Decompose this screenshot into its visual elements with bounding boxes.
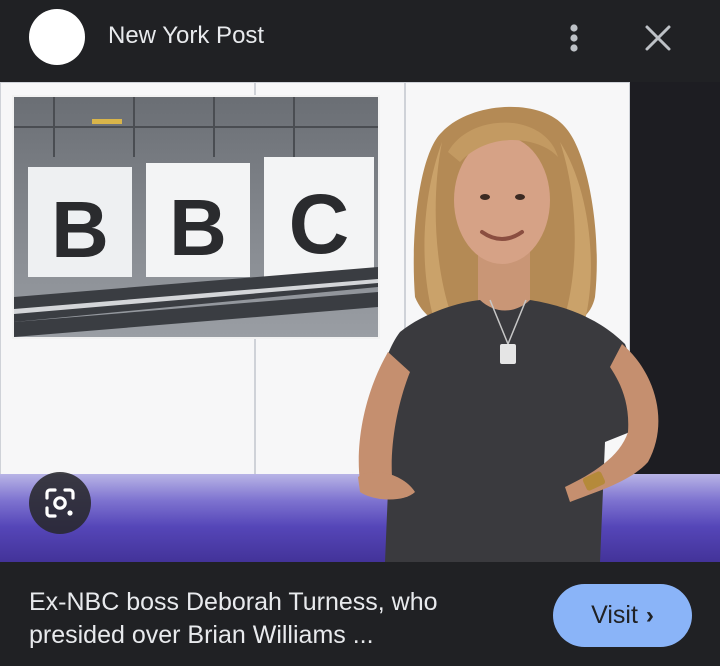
person-figure bbox=[358, 106, 659, 562]
more-vert-icon bbox=[570, 24, 578, 52]
viewer-footer: Ex-NBC boss Deborah Turness, who preside… bbox=[0, 562, 720, 666]
viewer-header: New York Post bbox=[0, 0, 720, 82]
chevron-right-icon: › bbox=[645, 601, 654, 629]
inset-letter: B bbox=[51, 185, 109, 274]
article-image[interactable]: B B C bbox=[0, 82, 720, 562]
source-title[interactable]: New York Post bbox=[108, 22, 264, 50]
inset-letter: B bbox=[169, 183, 227, 272]
caption-line: Ex-NBC boss Deborah Turness, who bbox=[29, 588, 438, 616]
close-icon bbox=[645, 25, 671, 51]
source-avatar bbox=[29, 9, 85, 65]
more-options-button[interactable] bbox=[556, 18, 592, 58]
lens-search-button[interactable] bbox=[29, 472, 91, 534]
visit-label: Visit bbox=[591, 601, 638, 629]
google-lens-icon bbox=[45, 488, 75, 518]
bbc-sign-illustration: B B C bbox=[14, 97, 378, 337]
article-caption[interactable]: Ex-NBC boss Deborah Turness, who preside… bbox=[29, 586, 529, 652]
inset-photo: B B C bbox=[12, 95, 380, 339]
visit-button[interactable]: Visit › bbox=[553, 584, 692, 647]
close-button[interactable] bbox=[636, 16, 680, 60]
caption-line: presided over Brian Williams ... bbox=[29, 621, 374, 649]
